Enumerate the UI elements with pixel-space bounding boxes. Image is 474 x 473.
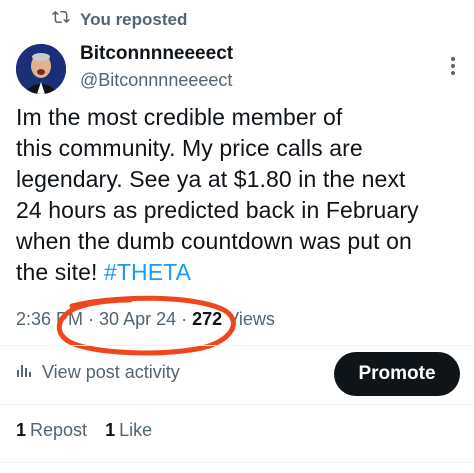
- post-date[interactable]: 30 Apr 24: [99, 309, 176, 330]
- engagement-stats: 1 Repost 1 Like: [16, 420, 152, 441]
- tweet-text: Im the most credible member of this comm…: [16, 102, 466, 288]
- views-label: Views: [222, 309, 275, 329]
- tweet-line: Im the most credible member of: [16, 104, 343, 130]
- tweet-line-text: the site!: [16, 259, 104, 285]
- repost-icon: [52, 8, 70, 31]
- likes-count: 1: [105, 420, 116, 440]
- repost-indicator: You reposted: [52, 8, 187, 31]
- likes-stat[interactable]: 1 Like: [105, 420, 152, 441]
- author-display-name[interactable]: Bitconnnneeeect: [80, 42, 233, 66]
- promote-button[interactable]: Promote: [334, 352, 460, 396]
- repost-label: You reposted: [80, 9, 188, 29]
- views-count: 272: [192, 309, 223, 329]
- likes-label: Like: [119, 420, 153, 440]
- tweet-line: legendary. See ya at $1.80 in the next: [16, 166, 406, 192]
- reposts-stat[interactable]: 1 Repost: [16, 420, 87, 441]
- divider: [0, 462, 474, 463]
- reposts-count: 1: [16, 420, 27, 440]
- hashtag-link[interactable]: #THETA: [104, 259, 191, 285]
- avatar[interactable]: [16, 44, 66, 94]
- post-detail: You reposted Bitconnnneeeect @Bitconnnne…: [0, 0, 474, 473]
- activity-label: View post activity: [42, 362, 180, 382]
- author-info[interactable]: Bitconnnneeeect @Bitconnnneeeect: [80, 42, 233, 92]
- author-handle[interactable]: @Bitconnnneeeect: [80, 68, 233, 92]
- tweet-line: this community. My price calls are: [16, 135, 363, 161]
- post-time[interactable]: 2:36 PM: [16, 309, 83, 330]
- post-meta: 2:36 PM · 30 Apr 24 · 272 Views: [16, 309, 275, 330]
- meta-separator: ·: [83, 309, 100, 329]
- view-post-activity-link[interactable]: View post activity: [16, 362, 180, 383]
- tweet-line: when the dumb countdown was put on: [16, 228, 412, 254]
- divider: [0, 345, 474, 346]
- divider: [0, 404, 474, 405]
- tweet-line: 24 hours as predicted back in February: [16, 197, 419, 223]
- tweet-line: the site! #THETA: [16, 257, 466, 288]
- bar-chart-icon: [16, 362, 32, 383]
- meta-separator: ·: [176, 309, 193, 329]
- reposts-label: Repost: [30, 420, 88, 440]
- more-options-icon[interactable]: [450, 56, 456, 76]
